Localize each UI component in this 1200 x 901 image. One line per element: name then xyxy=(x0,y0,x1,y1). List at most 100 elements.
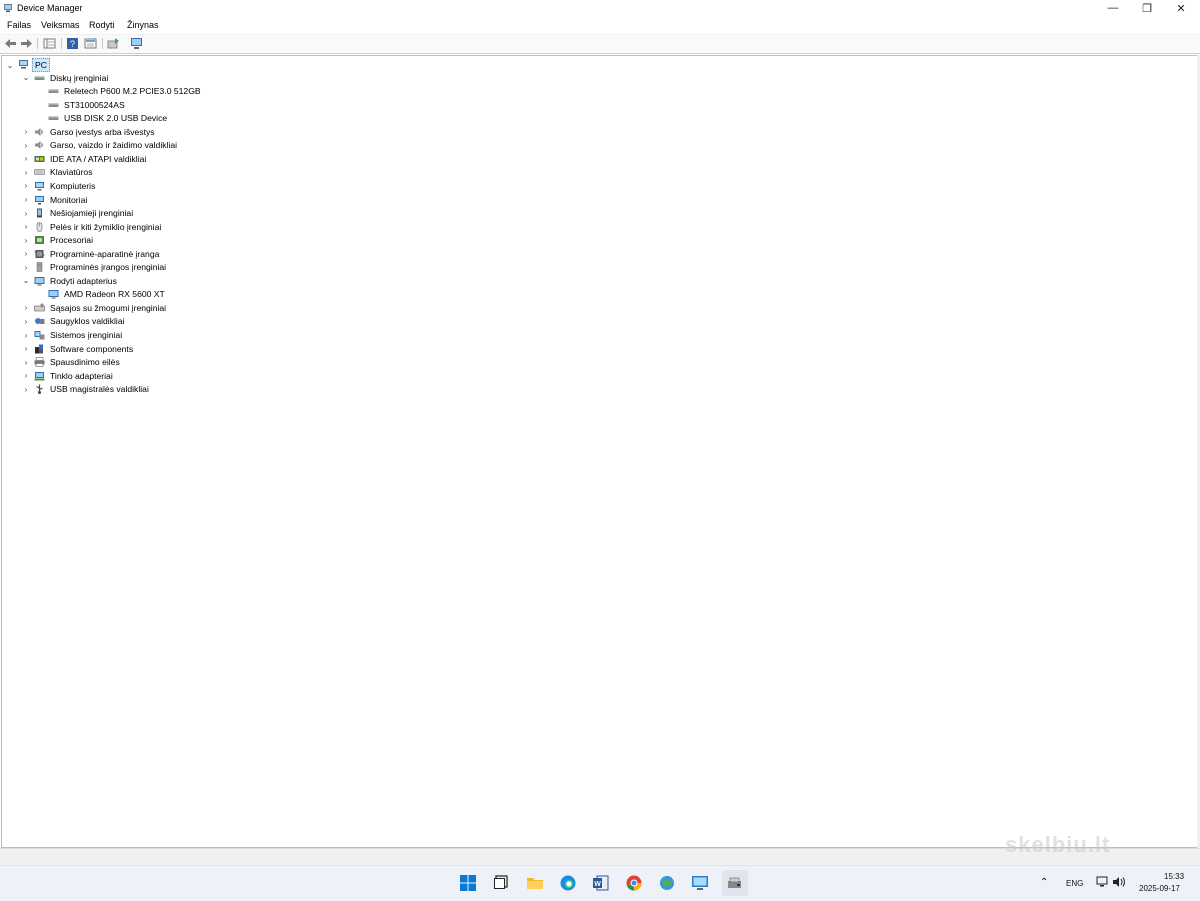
chevron-right-icon[interactable]: › xyxy=(22,249,30,258)
display-adapter-icon xyxy=(48,290,59,299)
portable-device-icon xyxy=(37,208,42,218)
chevron-right-icon[interactable]: › xyxy=(22,317,30,326)
tree-item-label: AMD Radeon RX 5600 XT xyxy=(64,289,165,300)
start-windows-icon[interactable] xyxy=(459,874,477,892)
chevron-right-icon[interactable]: › xyxy=(22,371,30,380)
chevron-right-icon[interactable]: › xyxy=(22,181,30,190)
tree-item-label: Programinė-aparatinė įranga xyxy=(50,248,160,259)
chevron-right-icon[interactable]: › xyxy=(22,358,30,367)
file-explorer-icon[interactable] xyxy=(526,874,544,892)
disk-drive-icon xyxy=(48,116,59,121)
chevron-down-icon[interactable]: ⌄ xyxy=(22,276,30,285)
tree-item-label: Spausdinimo eilės xyxy=(50,357,120,368)
chevron-right-icon[interactable]: › xyxy=(22,303,30,312)
toolbar-separator xyxy=(37,38,38,49)
tree-item-label: Garso įvestys arba išvestys xyxy=(50,126,155,137)
disk-drive-icon xyxy=(48,89,59,94)
software-device-icon xyxy=(36,262,43,272)
display-adapter-icon xyxy=(34,276,45,286)
tree-root-label: PC xyxy=(32,58,50,72)
menu-view[interactable]: Rodyti xyxy=(89,20,115,30)
storage-controller-icon xyxy=(35,318,45,325)
scan-hardware-icon[interactable] xyxy=(130,37,143,50)
chevron-right-icon[interactable]: › xyxy=(22,222,30,231)
toolbar-separator xyxy=(61,38,62,49)
chevron-right-icon[interactable]: › xyxy=(22,344,30,353)
chevron-right-icon[interactable]: › xyxy=(22,236,30,245)
tree-item-label: Programinės įrangos įrenginiai xyxy=(50,262,167,273)
forward-arrow-icon[interactable] xyxy=(20,37,33,50)
network-globe-icon[interactable] xyxy=(658,874,676,892)
menu-help[interactable]: Žinynas xyxy=(127,20,159,30)
tree-item-label: Klaviatūros xyxy=(50,167,93,178)
tree-item-label: Reletech P600 M.2 PCIE3.0 512GB xyxy=(64,86,201,97)
close-button[interactable]: ✕ xyxy=(1164,0,1198,16)
title-bar: Device Manager — ❐ ✕ xyxy=(0,0,1200,17)
tree-item-label: Tinklo adapteriai xyxy=(50,370,113,381)
tree-item-label: Software components xyxy=(50,343,134,354)
tree-item-label: USB DISK 2.0 USB Device xyxy=(64,113,168,124)
menu-file[interactable]: Failas xyxy=(7,20,31,30)
help-icon[interactable]: ? xyxy=(66,37,79,50)
chevron-right-icon[interactable]: › xyxy=(22,127,30,136)
chevron-right-icon[interactable]: › xyxy=(22,331,30,340)
chrome-browser-icon[interactable] xyxy=(625,874,643,892)
ide-controller-icon xyxy=(34,155,45,162)
tree-item-label: Monitoriai xyxy=(50,194,88,205)
device-tree-pane: ⌄ PC ⌄ Diskų įrenginiai Reletech P600 M.2 … xyxy=(1,55,1198,848)
chevron-right-icon[interactable]: › xyxy=(22,154,30,163)
tree-item-label: Sąsajos su žmogumi įrenginiai xyxy=(50,302,167,313)
computer-icon xyxy=(35,181,44,191)
device-manager-taskbar-icon[interactable] xyxy=(726,874,744,892)
device-manager-icon xyxy=(4,4,12,12)
chevron-right-icon[interactable]: › xyxy=(22,141,30,150)
language-indicator[interactable]: ENG xyxy=(1066,879,1083,888)
menu-action[interactable]: Veiksmas xyxy=(41,20,80,30)
minimize-button[interactable]: — xyxy=(1096,0,1130,16)
word-icon[interactable]: W xyxy=(592,874,610,892)
tree-item-label: Procesoriai xyxy=(50,235,93,246)
properties-icon[interactable] xyxy=(84,37,97,50)
computer-icon xyxy=(19,60,28,69)
edge-browser-icon[interactable] xyxy=(559,874,577,892)
tree-item-label: Saugyklos valdikliai xyxy=(50,316,125,327)
speaker-icon xyxy=(35,141,43,150)
tree-item-label: Sistemos įrenginiai xyxy=(50,330,123,340)
chevron-right-icon[interactable]: › xyxy=(22,195,30,204)
tree-item-label: Nešiojamieji įrenginiai xyxy=(50,208,134,219)
restore-button[interactable]: ❐ xyxy=(1130,0,1164,16)
clock-time[interactable]: 15:33 xyxy=(1164,872,1184,881)
printer-icon xyxy=(34,357,45,367)
menu-bar: Failas Veiksmas Rodyti Žinynas xyxy=(0,17,1200,35)
back-arrow-icon[interactable] xyxy=(4,37,17,50)
volume-icon[interactable] xyxy=(1112,876,1126,888)
chevron-down-icon[interactable]: ⌄ xyxy=(22,73,30,82)
usb-icon xyxy=(36,384,43,395)
chevron-up-icon[interactable]: ⌃ xyxy=(1040,877,1048,888)
control-panel-icon[interactable] xyxy=(691,874,709,892)
disk-drive-icon xyxy=(34,75,45,80)
svg-text:?: ? xyxy=(70,39,75,49)
tree-item-label: IDE ATA / ATAPI valdikliai xyxy=(50,153,147,164)
keyboard-icon xyxy=(34,169,45,176)
tree-item-label: ST31000524AS xyxy=(64,99,125,110)
chevron-right-icon[interactable]: › xyxy=(22,209,30,218)
chevron-down-icon[interactable]: ⌄ xyxy=(6,61,14,70)
chevron-right-icon[interactable]: › xyxy=(22,263,30,272)
monitor-network-icon[interactable] xyxy=(1096,876,1108,888)
speaker-icon xyxy=(35,127,43,136)
chevron-right-icon[interactable]: › xyxy=(22,168,30,177)
tree-item-label: Rodyti adapterius xyxy=(50,275,117,286)
show-hide-tree-icon[interactable] xyxy=(43,37,56,50)
mouse-icon xyxy=(36,221,43,232)
monitor-icon xyxy=(35,195,44,204)
chevron-right-icon[interactable]: › xyxy=(22,385,30,394)
update-driver-icon[interactable] xyxy=(107,37,120,50)
taskbar: W ⌃ ENG 15:33 2025-09-17 xyxy=(0,865,1200,901)
clock-date[interactable]: 2025-09-17 xyxy=(1139,884,1180,893)
window-title: Device Manager xyxy=(17,3,83,13)
task-view-icon[interactable] xyxy=(491,874,509,892)
disk-drive-icon xyxy=(48,102,59,107)
tree-item-label: Kompiuteris xyxy=(50,180,96,191)
firmware-icon xyxy=(34,249,45,258)
